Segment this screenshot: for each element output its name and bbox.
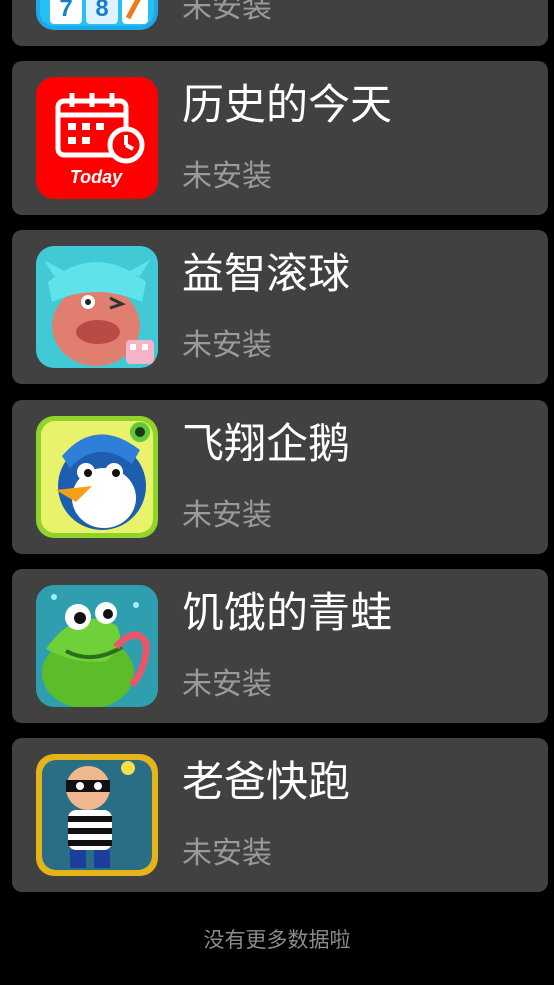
svg-text:Today: Today	[70, 167, 123, 187]
number-puzzle-icon: 7 8	[36, 0, 158, 30]
robber-icon	[36, 754, 158, 876]
app-list-screen: 7 8 未安装 Today 历史的今天 未安装 益智滚球 未安装 飞翔企鹅 未安…	[0, 0, 554, 985]
app-name: 飞翔企鹅	[182, 419, 351, 468]
app-list-item[interactable]: 饥饿的青蛙 未安装	[12, 569, 548, 723]
app-list-item[interactable]: 7 8 未安装	[12, 0, 548, 46]
app-status: 未安装	[182, 159, 272, 194]
no-more-data-text: 没有更多数据啦	[203, 928, 351, 952]
svg-text:8: 8	[95, 0, 108, 22]
app-list-item[interactable]: 飞翔企鹅 未安装	[12, 400, 548, 554]
frog-icon	[36, 585, 158, 707]
penguin-icon	[36, 416, 158, 538]
app-name: 历史的今天	[182, 80, 393, 129]
app-name: 益智滚球	[182, 249, 351, 298]
app-name: 饥饿的青蛙	[182, 588, 393, 637]
app-status: 未安装	[182, 667, 272, 702]
app-status: 未安装	[182, 328, 272, 363]
app-list-item[interactable]: Today 历史的今天 未安装	[12, 61, 548, 215]
app-status: 未安装	[182, 836, 272, 871]
app-status: 未安装	[182, 0, 272, 25]
app-list-item[interactable]: 益智滚球 未安装	[12, 230, 548, 384]
cyan-creature-icon	[36, 246, 158, 368]
app-list-item[interactable]: 老爸快跑 未安装	[12, 738, 548, 892]
app-status: 未安装	[182, 498, 272, 533]
app-name: 老爸快跑	[182, 757, 351, 806]
svg-text:7: 7	[59, 0, 72, 22]
today-calendar-icon: Today	[36, 77, 158, 199]
